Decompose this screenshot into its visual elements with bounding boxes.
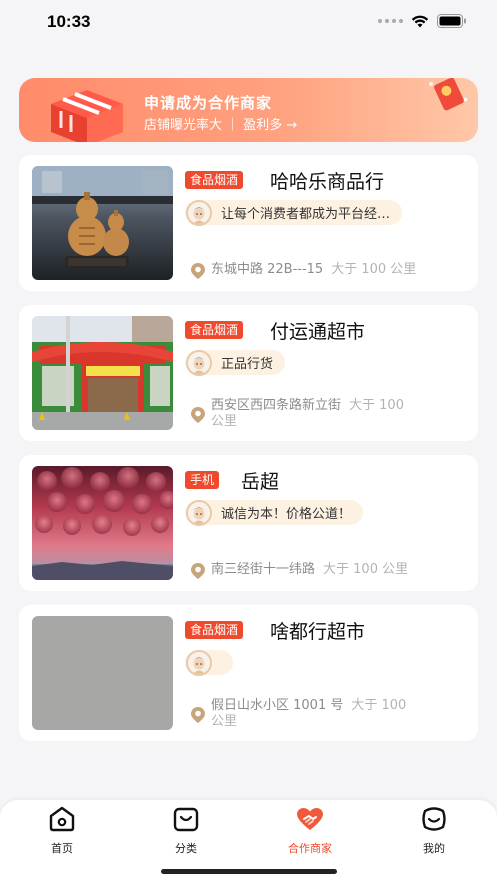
shop-name: 付运通超市 xyxy=(270,321,366,343)
banner-subtitle: 店铺曝光率大 ｜ 盈利多 → xyxy=(144,118,298,133)
smiley-face-icon xyxy=(422,807,446,831)
tab-partner[interactable]: 合作商家 xyxy=(280,806,340,856)
shop-slogan-text: 正品行货 xyxy=(221,357,274,372)
status-bar: 10:33 xyxy=(0,0,497,46)
address-text: 假日山水小区 1001 号 xyxy=(211,698,344,713)
wifi-icon xyxy=(411,15,429,27)
shop-image-placeholder xyxy=(32,616,173,730)
distance-text: 大于 100 公里 xyxy=(331,262,417,277)
avatar xyxy=(186,499,212,526)
shop-card[interactable]: 食品烟酒 付运通超市 正品行货 西安区西四条路新立街 大于 100 公里 xyxy=(19,305,478,441)
avatar xyxy=(186,199,212,226)
address-text: 东城中路 22B---15 xyxy=(211,262,324,277)
distance-text-line2: 公里 xyxy=(211,714,238,729)
gift-box-icon xyxy=(51,90,123,142)
distance-text: 大于 100 公里 xyxy=(323,562,409,577)
shop-name: 啥都行超市 xyxy=(270,621,366,643)
status-icons xyxy=(378,14,467,28)
tab-mine[interactable]: 我的 xyxy=(404,806,464,856)
shop-slogan xyxy=(185,649,233,676)
distance-text: 大于 100 xyxy=(351,698,407,713)
avatar xyxy=(186,649,212,676)
shop-address: 东城中路 22B---15 大于 100 公里 xyxy=(191,262,416,279)
address-text: 南三经街十一纬路 xyxy=(211,562,316,577)
shop-card[interactable]: 食品烟酒 啥都行超市 假日山水小区 1001 号大于 100 公里 xyxy=(19,605,478,741)
address-text: 西安区西四条路新立街 xyxy=(211,398,342,413)
partner-apply-banner[interactable]: 申请成为合作商家 店铺曝光率大 ｜ 盈利多 → xyxy=(19,78,478,142)
home-indicator xyxy=(161,869,337,874)
shop-slogan: 正品行货 xyxy=(185,349,286,376)
home-icon xyxy=(49,806,75,832)
shop-name: 哈哈乐商品行 xyxy=(270,171,385,193)
shop-image xyxy=(32,166,173,280)
location-pin-icon xyxy=(191,563,205,579)
location-pin-icon xyxy=(191,407,205,423)
banner-title: 申请成为合作商家 xyxy=(144,94,273,112)
distance-text: 大于 100 xyxy=(349,398,404,413)
shop-category-tag: 食品烟酒 xyxy=(185,621,244,639)
shop-category-tag: 食品烟酒 xyxy=(185,321,244,339)
shop-address: 南三经街十一纬路 大于 100 公里 xyxy=(191,562,408,579)
location-pin-icon xyxy=(191,707,205,723)
shop-card[interactable]: 食品烟酒 哈哈乐商品行 让每个消费者都成为平台经… 东城中路 22B---15 大… xyxy=(19,155,478,291)
shopping-bag-icon xyxy=(173,807,199,832)
shop-address: 西安区西四条路新立街 大于 100 公里 xyxy=(191,398,404,430)
tab-category-label: 分类 xyxy=(175,842,197,855)
tab-home-label: 首页 xyxy=(51,842,73,855)
tab-category[interactable]: 分类 xyxy=(156,806,216,856)
shop-image xyxy=(32,466,173,580)
battery-icon xyxy=(437,14,466,28)
shop-card[interactable]: 手机 岳超 诚信为本！价格公道！ 南三经街十一纬路 大于 100 公里 xyxy=(19,455,478,591)
signal-icon xyxy=(378,19,403,23)
shop-category-tag: 手机 xyxy=(185,471,220,489)
shop-slogan-text: 诚信为本！价格公道！ xyxy=(221,507,352,522)
tab-partner-label: 合作商家 xyxy=(288,842,332,855)
location-pin-icon xyxy=(191,263,205,279)
shop-address: 假日山水小区 1001 号大于 100 公里 xyxy=(191,698,406,730)
shop-category-tag: 食品烟酒 xyxy=(185,171,244,189)
shop-slogan-text: 让每个消费者都成为平台经… xyxy=(221,207,391,222)
avatar xyxy=(186,349,212,376)
tab-home[interactable]: 首页 xyxy=(32,806,92,856)
status-time: 10:33 xyxy=(47,12,91,31)
shop-name: 岳超 xyxy=(241,471,280,493)
red-envelope-icon xyxy=(429,78,468,111)
shop-slogan: 诚信为本！价格公道！ xyxy=(185,499,364,526)
shop-image xyxy=(32,316,173,430)
shop-slogan: 让每个消费者都成为平台经… xyxy=(185,199,403,226)
handshake-heart-icon xyxy=(297,808,323,830)
distance-text-line2: 公里 xyxy=(211,414,238,429)
tab-mine-label: 我的 xyxy=(423,842,445,855)
